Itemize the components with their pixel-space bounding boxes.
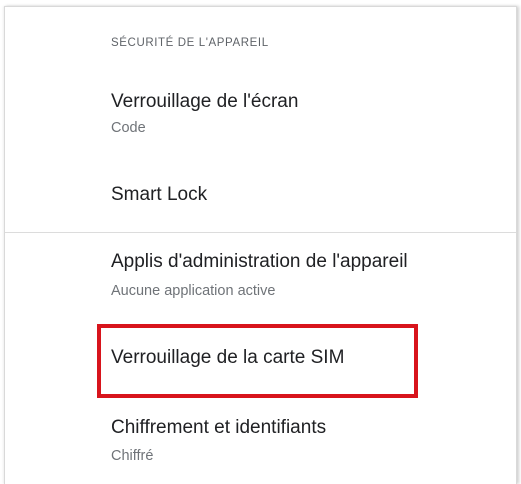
setting-title: Chiffrement et identifiants xyxy=(111,417,327,438)
setting-summary: Code xyxy=(111,120,146,136)
setting-summary: Chiffré xyxy=(111,448,154,464)
highlight-box xyxy=(97,324,418,398)
setting-title: Smart Lock xyxy=(111,184,208,205)
setting-title: Verrouillage de l'écran xyxy=(111,91,299,112)
setting-item-screen-lock[interactable]: Verrouillage de l'écran Code xyxy=(5,81,516,161)
setting-summary: Aucune application active xyxy=(111,283,276,299)
setting-item-encryption-credentials[interactable]: Chiffrement et identifiants Chiffré xyxy=(5,405,516,484)
section-header-device-security: SÉCURITÉ DE L'APPAREIL xyxy=(111,37,269,49)
section-divider xyxy=(5,232,516,233)
setting-item-device-admin-apps[interactable]: Applis d'administration de l'appareil Au… xyxy=(5,239,516,319)
settings-panel: SÉCURITÉ DE L'APPAREIL Verrouillage de l… xyxy=(4,6,517,484)
setting-title: Applis d'administration de l'appareil xyxy=(111,251,408,272)
setting-item-smart-lock[interactable]: Smart Lock xyxy=(5,167,516,227)
